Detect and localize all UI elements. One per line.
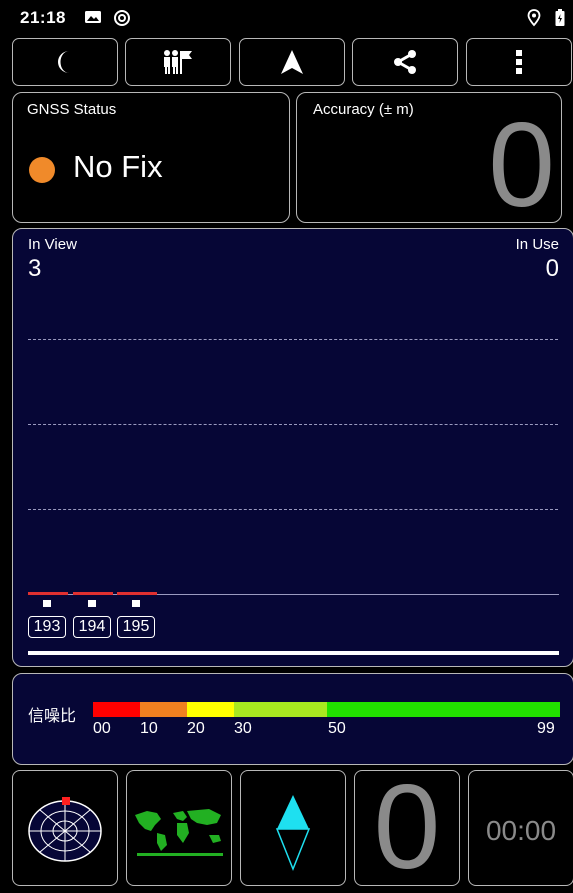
snr-segment <box>327 702 560 717</box>
grid-line <box>28 424 558 425</box>
accuracy-label: Accuracy (± m) <box>313 101 414 118</box>
snr-tick: 50 <box>328 720 346 737</box>
compass-icon <box>275 795 311 872</box>
more-menu-icon <box>516 50 522 74</box>
satellite-id-label: 195 <box>117 616 155 638</box>
in-use-value: 0 <box>545 255 559 282</box>
snr-label: 信噪比 <box>28 708 77 725</box>
share-icon <box>394 50 416 74</box>
signal-bar <box>28 592 68 595</box>
snr-tick: 00 <box>93 720 111 737</box>
snr-segment <box>140 702 187 717</box>
snr-segment <box>187 702 234 717</box>
navigation-button[interactable] <box>239 38 345 86</box>
image-icon <box>85 11 101 23</box>
snr-segment <box>234 702 327 717</box>
more-menu-button[interactable] <box>466 38 572 86</box>
world-map-button[interactable] <box>126 770 232 886</box>
location-icon <box>527 9 541 27</box>
night-mode-icon <box>58 51 69 73</box>
radar-icon <box>28 797 102 862</box>
sync-icon <box>114 10 130 26</box>
share-button[interactable] <box>352 38 458 86</box>
snr-tick: 10 <box>140 720 158 737</box>
in-view-value: 3 <box>28 255 42 282</box>
snr-tick: 20 <box>187 720 205 737</box>
snr-legend-panel <box>12 673 573 765</box>
satellite-signal-panel <box>12 228 573 667</box>
speed-value: 0 <box>373 770 441 886</box>
fix-indicator-dot <box>29 157 55 183</box>
scroll-indicator[interactable] <box>28 651 559 655</box>
grid-line <box>28 339 558 340</box>
in-use-label: In Use <box>515 236 559 253</box>
fix-status-value: No Fix <box>73 149 163 184</box>
radar-button[interactable] <box>12 770 118 886</box>
timer-button[interactable]: 00:00 <box>468 770 573 886</box>
speed-button[interactable]: 0 <box>354 770 460 886</box>
in-view-label: In View <box>28 236 77 253</box>
world-map-icon <box>135 809 223 856</box>
snr-tick: 99 <box>537 720 555 737</box>
signal-bar <box>73 592 113 595</box>
signal-bar <box>117 592 157 595</box>
timer-value: 00:00 <box>485 815 557 846</box>
satellite-marker <box>43 600 51 607</box>
compass-button[interactable] <box>240 770 346 886</box>
satellite-id-label: 193 <box>28 616 66 638</box>
battery-icon <box>555 9 565 26</box>
snr-tick: 30 <box>234 720 252 737</box>
satellite-marker <box>88 600 96 607</box>
accuracy-value: 0 <box>488 98 555 223</box>
grid-line <box>28 509 558 510</box>
gnss-status-label: GNSS Status <box>27 101 117 118</box>
satellite-marker <box>132 600 140 607</box>
status-time: 21:18 <box>20 8 66 27</box>
night-mode-button[interactable] <box>12 38 118 86</box>
toolbar <box>12 38 572 88</box>
gnss-status-panel: GNSS Status No Fix <box>12 92 290 223</box>
snr-segment <box>93 702 140 717</box>
tour-guide-button[interactable] <box>125 38 231 86</box>
status-bar: 21:18 <box>0 0 573 34</box>
navigation-arrow-icon <box>281 50 303 74</box>
satellite-id-label: 194 <box>73 616 111 638</box>
accuracy-panel: Accuracy (± m) 0 <box>296 92 562 223</box>
tour-guide-icon <box>164 50 192 74</box>
